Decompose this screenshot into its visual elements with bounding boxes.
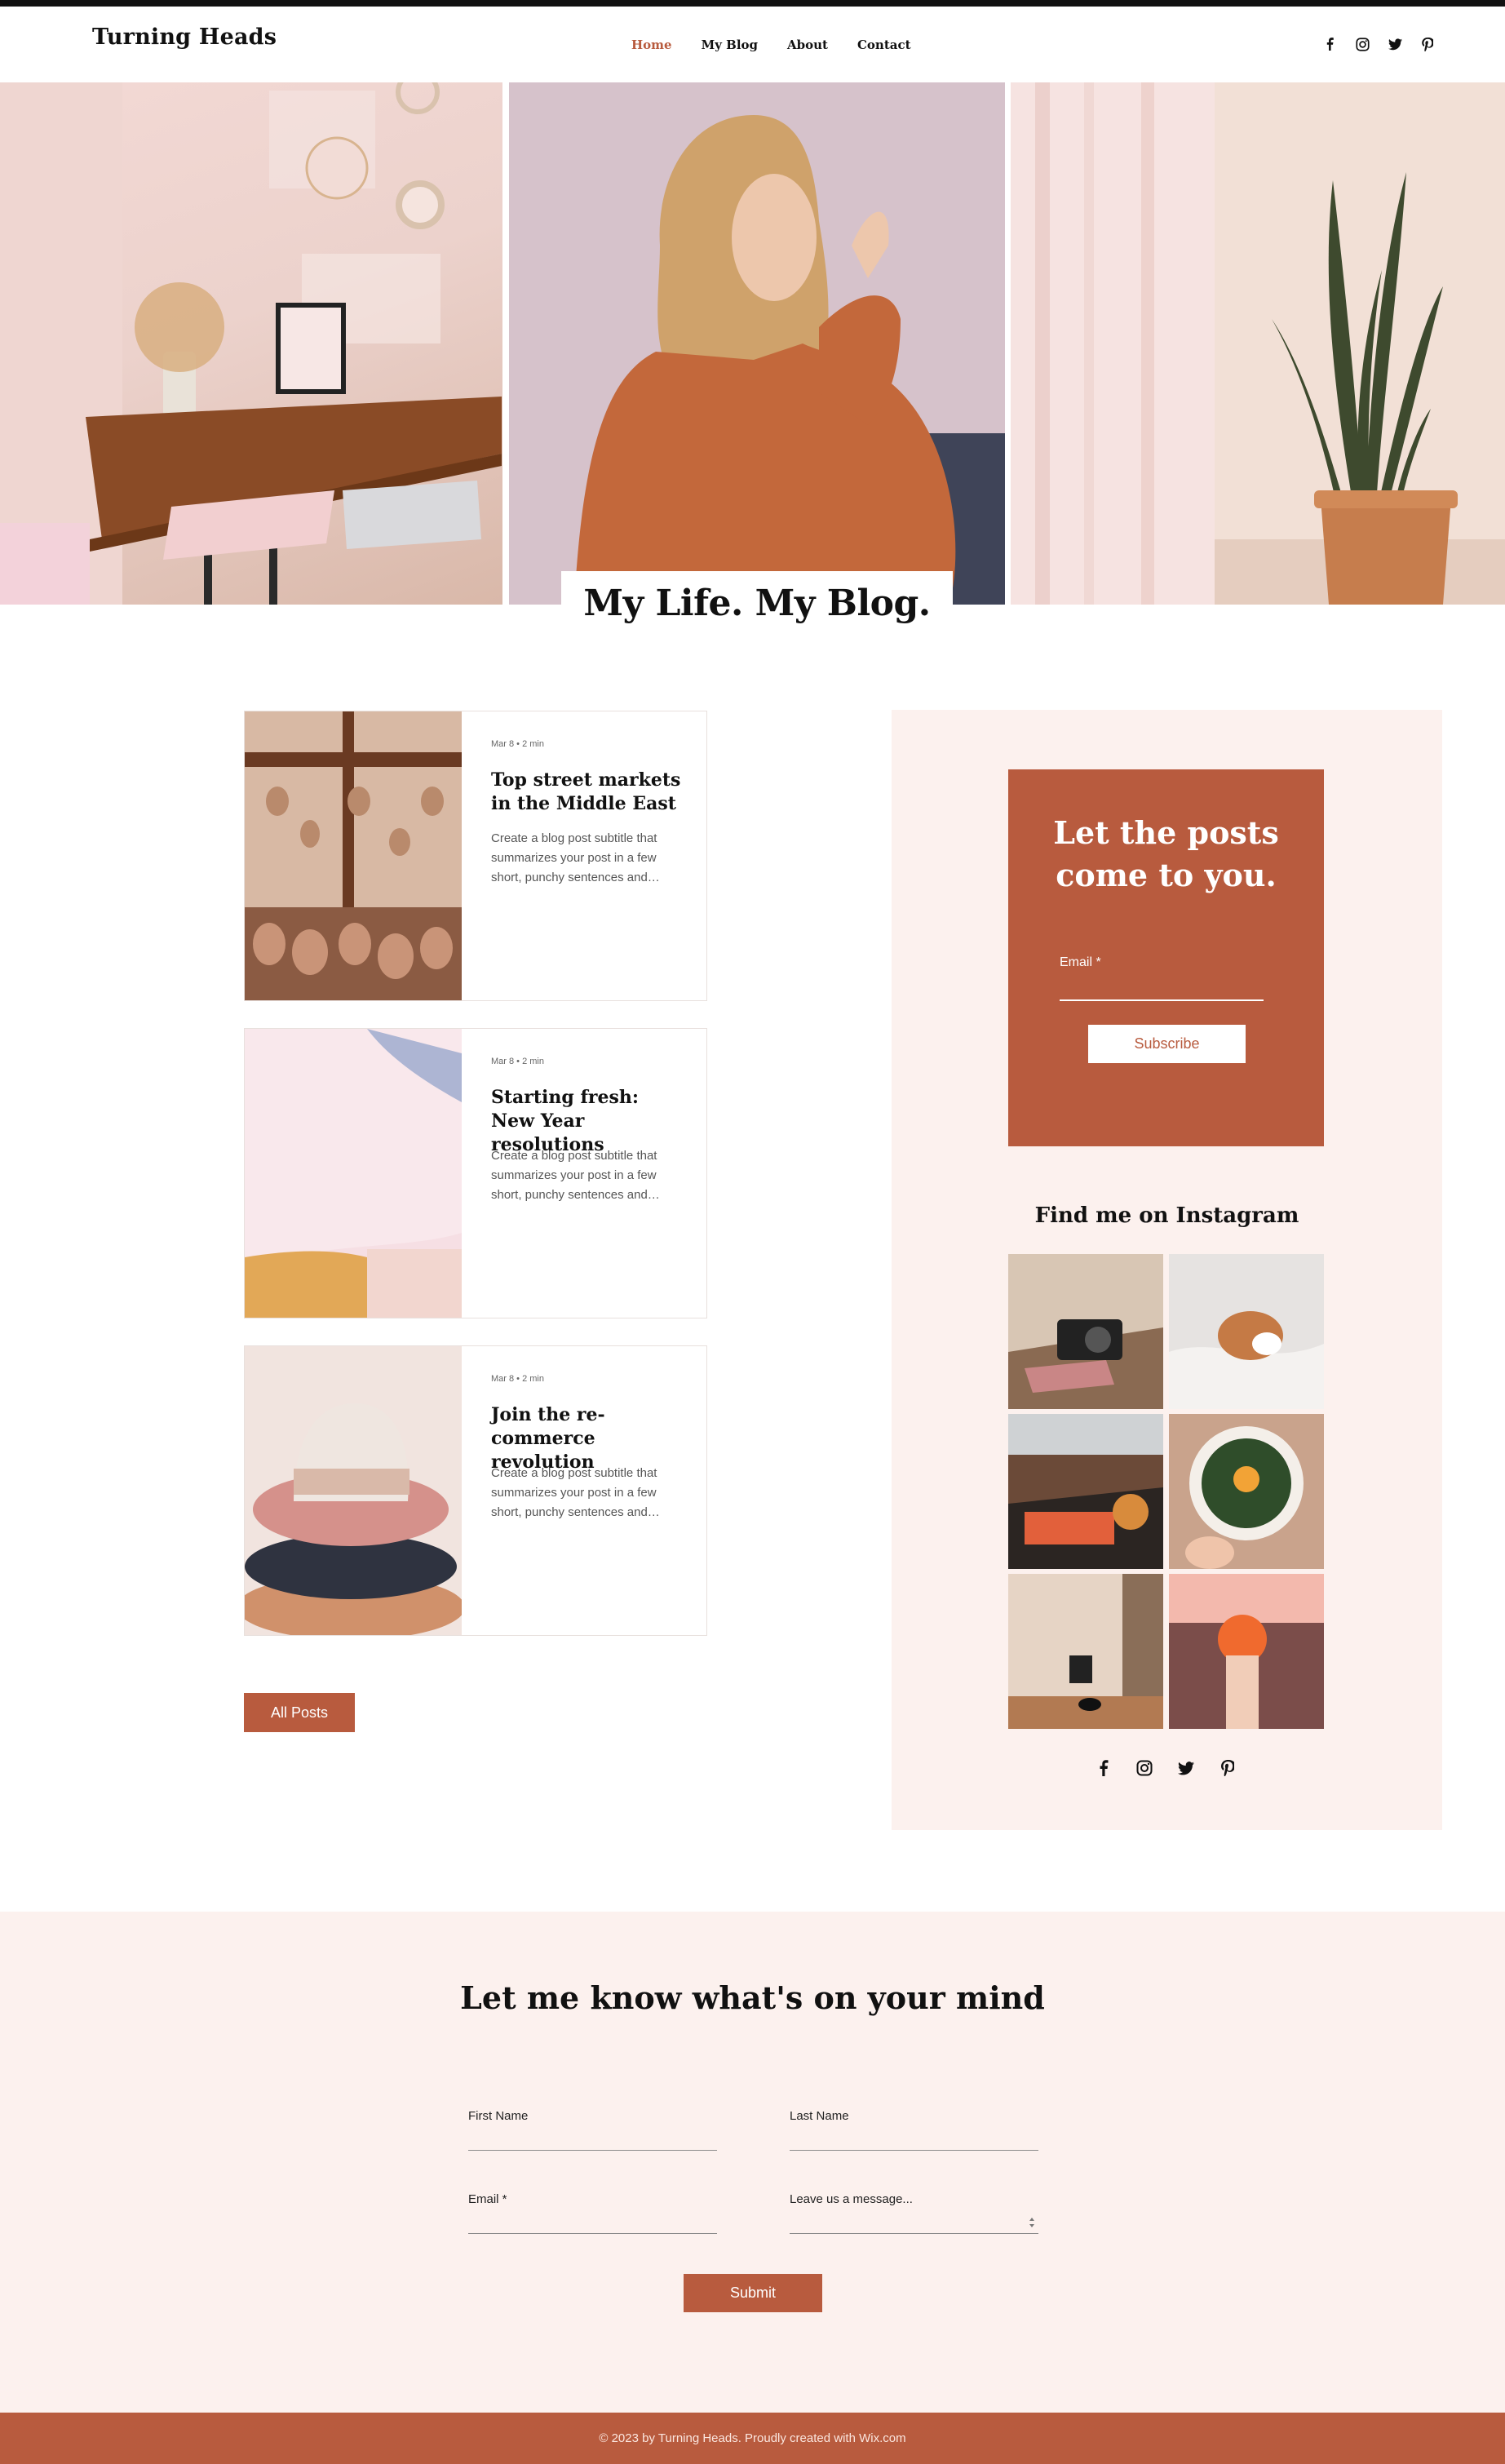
instagram-photo[interactable] (1008, 1414, 1163, 1569)
post-meta: Mar 8 • 2 min (491, 1374, 544, 1384)
last-name-field[interactable] (790, 2150, 1038, 2151)
resize-handle-icon[interactable] (1028, 2215, 1036, 2230)
nav-my-blog[interactable]: My Blog (702, 38, 758, 52)
post-meta: Mar 8 • 2 min (491, 739, 544, 749)
contact-section: Let me know what's on your mind (0, 1912, 1505, 2413)
first-name-label: First Name (468, 2109, 529, 2123)
header-social-bar (1321, 36, 1436, 52)
hero-title-box: My Life. My Blog. (561, 571, 953, 645)
subscribe-heading: Let the posts come to you. (1053, 814, 1279, 893)
subscribe-box: Let the posts come to you. Email * Subsc… (1008, 769, 1324, 1146)
pinterest-icon[interactable] (1419, 36, 1436, 52)
facebook-icon[interactable] (1093, 1758, 1113, 1778)
facebook-icon[interactable] (1321, 36, 1338, 52)
post-subtitle: Create a blog post subtitle that summari… (491, 831, 660, 884)
email-field[interactable] (468, 2233, 717, 2234)
sidebar-social-bar (1093, 1758, 1237, 1778)
submit-button[interactable]: Submit (684, 2274, 822, 2312)
all-posts-button[interactable]: All Posts (244, 1693, 355, 1732)
post-subtitle: Create a blog post subtitle that summari… (491, 1149, 660, 1202)
instagram-icon[interactable] (1354, 36, 1370, 52)
email-label: Email * (1060, 955, 1101, 969)
hero-image-woman (509, 82, 1005, 605)
instagram-grid (1008, 1254, 1324, 1729)
page-title: My Life. My Blog. (583, 583, 931, 624)
site-footer: © 2023 by Turning Heads. Proudly created… (0, 2413, 1505, 2464)
post-meta: Mar 8 • 2 min (491, 1057, 544, 1066)
post-image-hats[interactable] (245, 1346, 462, 1635)
post-title[interactable]: Top street markets in the Middle East (491, 769, 687, 816)
last-name-label: Last Name (790, 2109, 849, 2123)
main-nav: Home My Blog About Contact (631, 38, 941, 52)
nav-contact[interactable]: Contact (857, 38, 911, 52)
message-placeholder: Leave us a message... (790, 2192, 913, 2206)
email-input[interactable] (1060, 999, 1264, 1001)
nav-about[interactable]: About (787, 38, 828, 52)
hero-image-plant (1011, 82, 1505, 605)
post-image-markets[interactable] (245, 711, 462, 1000)
post-card[interactable]: Mar 8 • 2 min Join the re-commerce revol… (244, 1345, 707, 1636)
site-logo[interactable]: Turning Heads (92, 24, 277, 50)
first-name-field[interactable] (468, 2150, 717, 2151)
instagram-photo[interactable] (1008, 1254, 1163, 1409)
message-field[interactable] (790, 2233, 1038, 2234)
email-label: Email * (468, 2192, 507, 2206)
instagram-photo[interactable] (1169, 1414, 1324, 1569)
nav-home[interactable]: Home (631, 38, 672, 52)
contact-heading: Let me know what's on your mind (460, 1979, 1045, 2016)
post-card[interactable]: Mar 8 • 2 min Top street markets in the … (244, 711, 707, 1001)
instagram-title: Find me on Instagram (1034, 1203, 1299, 1228)
post-image-snow[interactable] (245, 1029, 462, 1318)
post-card[interactable]: Mar 8 • 2 min Starting fresh: New Year r… (244, 1028, 707, 1318)
hero-image-desk (0, 82, 502, 605)
post-subtitle: Create a blog post subtitle that summari… (491, 1466, 660, 1519)
sidebar: Let the posts come to you. Email * Subsc… (892, 710, 1442, 1830)
instagram-photo[interactable] (1169, 1574, 1324, 1729)
top-border (0, 0, 1505, 7)
instagram-photo[interactable] (1008, 1574, 1163, 1729)
twitter-icon[interactable] (1176, 1758, 1196, 1778)
instagram-photo[interactable] (1169, 1254, 1324, 1409)
site-header: Turning Heads Home My Blog About Contact (0, 7, 1505, 82)
subscribe-button[interactable]: Subscribe (1088, 1025, 1246, 1063)
instagram-icon[interactable] (1135, 1758, 1154, 1778)
twitter-icon[interactable] (1387, 36, 1403, 52)
pinterest-icon[interactable] (1218, 1758, 1237, 1778)
